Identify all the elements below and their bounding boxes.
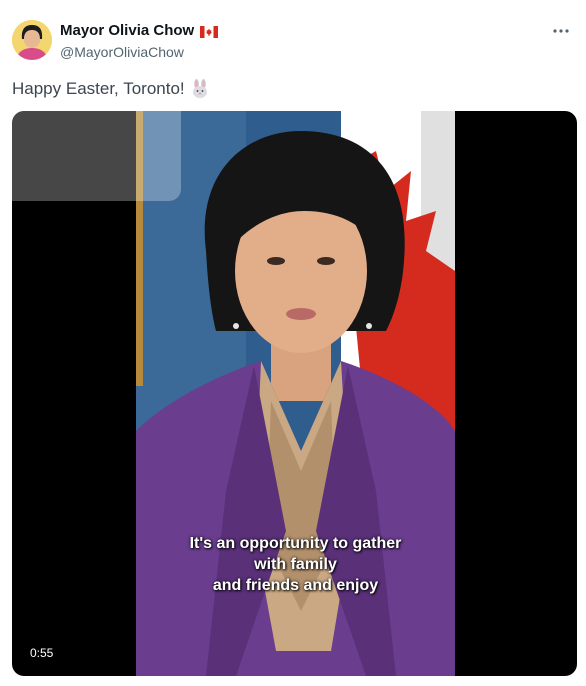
tweet-text-content: Happy Easter, Toronto!: [12, 79, 185, 98]
video-player[interactable]: It's an opportunity to gather with famil…: [12, 111, 577, 676]
tweet-text: Happy Easter, Toronto!: [12, 78, 210, 100]
caption-line: and friends and enjoy: [212, 577, 379, 594]
video-caption: It's an opportunity to gather with famil…: [136, 533, 455, 596]
rabbit-face-icon: [190, 79, 210, 99]
canada-flag-icon: [200, 25, 219, 38]
video-overlay-panel: [12, 111, 181, 201]
avatar[interactable]: [12, 20, 52, 60]
tweet-card: Mayor Olivia Chow @MayorOliviaChow Happy…: [0, 0, 586, 686]
more-options-icon: [553, 29, 569, 33]
avatar-photo: [12, 20, 52, 60]
author-display-name[interactable]: Mayor Olivia Chow: [60, 22, 194, 40]
video-duration: 0:55: [26, 644, 58, 662]
more-options-button[interactable]: [550, 22, 572, 40]
caption-line: with family: [254, 556, 337, 573]
caption-line: It's an opportunity to gather: [189, 535, 402, 552]
author-name-row[interactable]: Mayor Olivia Chow: [60, 22, 219, 40]
author-handle[interactable]: @MayorOliviaChow: [60, 43, 184, 61]
